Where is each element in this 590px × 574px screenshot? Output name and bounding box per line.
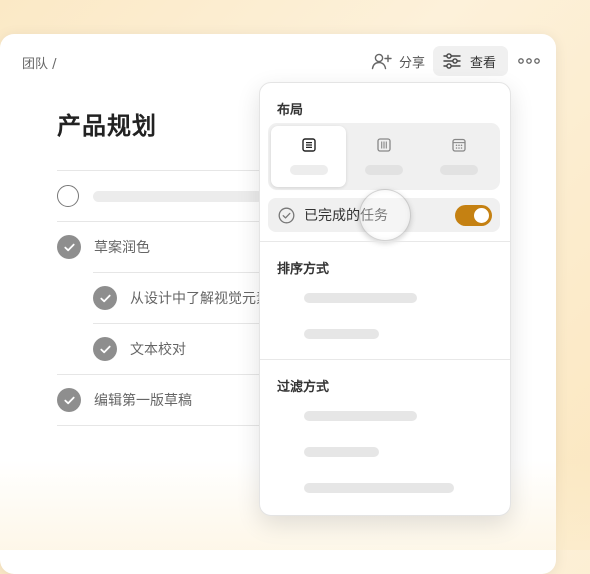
divider (260, 241, 510, 242)
layout-heading: 布局 (277, 103, 304, 118)
sort-option-placeholder[interactable] (304, 329, 379, 339)
check-circle-icon[interactable] (93, 337, 117, 361)
sort-option-placeholder[interactable] (304, 293, 417, 303)
task-checkbox[interactable] (57, 185, 79, 207)
toggle-knob (474, 208, 489, 223)
check-circle-icon[interactable] (57, 388, 81, 412)
layout-option-label-placeholder (364, 165, 403, 175)
view-options-popover: 布局 已完成的任务 排序方式 过滤方式 (259, 82, 511, 516)
check-circle-icon[interactable] (57, 235, 81, 259)
task-title-placeholder (93, 190, 263, 202)
filter-option-placeholder[interactable] (304, 447, 379, 457)
more-button[interactable] (516, 53, 542, 69)
task-title: 编辑第一版草稿 (94, 393, 192, 409)
layout-option-calendar[interactable] (422, 126, 497, 187)
cursor-touch-indicator (359, 189, 411, 241)
layout-option-label-placeholder (289, 165, 328, 175)
task-title: 草案润色 (94, 240, 150, 256)
page-title: 产品规划 (57, 112, 157, 140)
share-label: 分享 (398, 55, 425, 71)
layout-switcher (268, 123, 500, 190)
task-title: 文本校对 (130, 342, 186, 358)
more-horizontal-icon (518, 58, 540, 64)
divider (260, 359, 510, 360)
view-label: 查看 (469, 55, 496, 71)
check-circle-icon[interactable] (93, 286, 117, 310)
show-completed-toggle[interactable] (455, 205, 492, 226)
layout-option-label-placeholder (440, 165, 479, 175)
filter-option-placeholder[interactable] (304, 411, 417, 421)
check-circle-outline-icon (278, 207, 295, 224)
sliders-icon (443, 53, 461, 69)
sort-heading: 排序方式 (277, 262, 330, 277)
toolbar: 分享 查看 (367, 46, 542, 76)
layout-option-board[interactable] (346, 126, 421, 187)
task-title: 从设计中了解视觉元素 (130, 291, 270, 307)
calendar-view-icon (452, 138, 466, 152)
view-button[interactable]: 查看 (432, 46, 508, 76)
filter-option-placeholder[interactable] (304, 483, 454, 493)
filter-heading: 过滤方式 (277, 380, 330, 395)
add-user-icon (371, 53, 392, 70)
share-button[interactable]: 分享 (367, 48, 429, 75)
list-view-icon (301, 138, 316, 152)
layout-option-list[interactable] (271, 126, 347, 187)
breadcrumb[interactable]: 团队 / (22, 53, 57, 72)
board-view-icon (377, 138, 391, 152)
